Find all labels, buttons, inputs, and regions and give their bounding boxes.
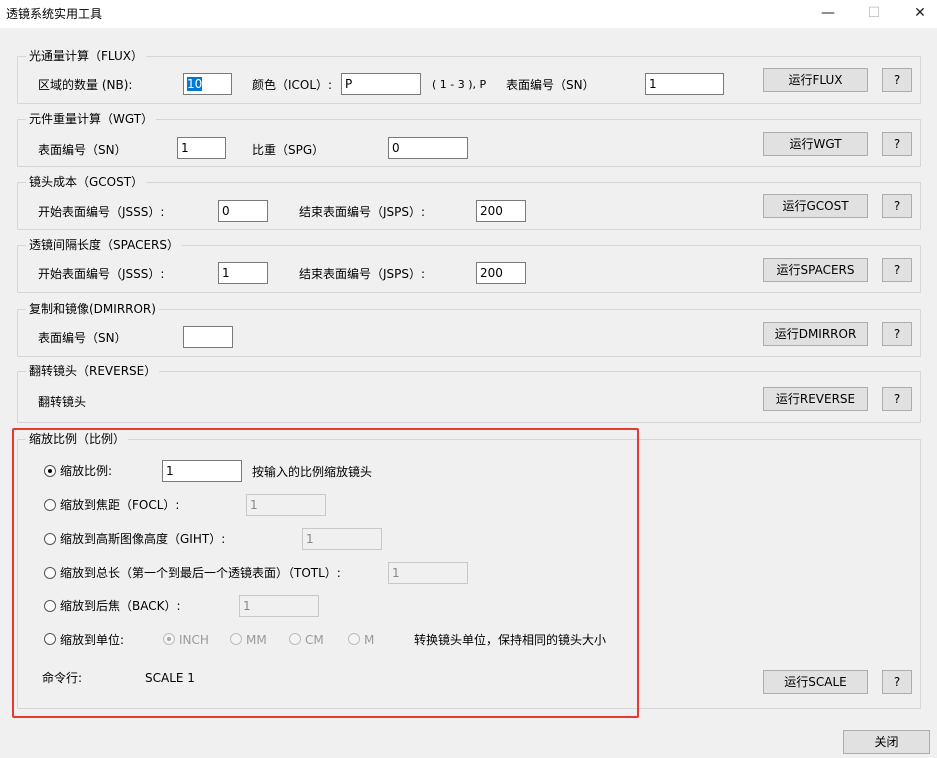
flux-help-button[interactable]: ?: [882, 68, 912, 92]
run-dmirror-button[interactable]: 运行DMIRROR: [763, 322, 868, 346]
wgt-help-button[interactable]: ?: [882, 132, 912, 156]
flux-icol-hint: ( 1 - 3 ), P: [432, 78, 487, 91]
run-wgt-button[interactable]: 运行WGT: [763, 132, 868, 156]
title-bar: 透镜系统实用工具 — ☐ ✕: [0, 0, 937, 28]
spacers-legend: 透镜间隔长度（SPACERS）: [26, 238, 183, 252]
dmirror-sn-label: 表面编号（SN）: [38, 331, 127, 345]
wgt-sn-label: 表面编号（SN）: [38, 143, 127, 157]
flux-nb-label: 区域的数量 (NB):: [38, 78, 133, 92]
run-reverse-button[interactable]: 运行REVERSE: [763, 387, 868, 411]
flux-nb-input[interactable]: 10: [183, 73, 232, 95]
dmirror-help-button[interactable]: ?: [882, 322, 912, 346]
wgt-legend: 元件重量计算（WGT）: [26, 112, 157, 126]
flux-nb-value: 10: [187, 77, 203, 91]
spacers-jsps-label: 结束表面编号（JSPS）:: [299, 267, 426, 281]
wgt-sn-input[interactable]: 1: [177, 137, 226, 159]
run-gcost-button[interactable]: 运行GCOST: [763, 194, 868, 218]
gcost-jsps-input[interactable]: 200: [476, 200, 526, 222]
reverse-legend: 翻转镜头（REVERSE）: [26, 364, 160, 378]
gcost-help-button[interactable]: ?: [882, 194, 912, 218]
scale-help-button[interactable]: ?: [882, 670, 912, 694]
highlight-box: [12, 428, 639, 718]
gcost-jsss-input[interactable]: 0: [218, 200, 268, 222]
reverse-help-button[interactable]: ?: [882, 387, 912, 411]
flux-sn-label: 表面编号（SN）: [506, 78, 595, 92]
window-title: 透镜系统实用工具: [6, 7, 103, 21]
flux-icol-label: 颜色（ICOL）:: [252, 78, 333, 92]
spacers-jsps-input[interactable]: 200: [476, 262, 526, 284]
run-flux-button[interactable]: 运行FLUX: [763, 68, 868, 92]
close-button[interactable]: 关闭: [843, 730, 930, 754]
wgt-spg-input[interactable]: 0: [388, 137, 468, 159]
flux-legend: 光通量计算（FLUX）: [26, 49, 146, 63]
close-window-icon[interactable]: ✕: [897, 0, 937, 28]
spacers-jsss-label: 开始表面编号（JSSS）:: [38, 267, 165, 281]
gcost-legend: 镜头成本（GCOST）: [26, 175, 147, 189]
gcost-jsss-label: 开始表面编号（JSSS）:: [38, 205, 165, 219]
run-scale-button[interactable]: 运行SCALE: [763, 670, 868, 694]
gcost-jsps-label: 结束表面编号（JSPS）:: [299, 205, 426, 219]
maximize-icon[interactable]: ☐: [851, 0, 897, 28]
wgt-spg-label: 比重（SPG）: [252, 143, 325, 157]
run-spacers-button[interactable]: 运行SPACERS: [763, 258, 868, 282]
dmirror-legend: 复制和镜像(DMIRROR): [26, 302, 159, 316]
dmirror-sn-input[interactable]: [183, 326, 233, 348]
spacers-jsss-input[interactable]: 1: [218, 262, 268, 284]
flux-sn-input[interactable]: 1: [645, 73, 724, 95]
minimize-icon[interactable]: —: [805, 0, 851, 28]
spacers-help-button[interactable]: ?: [882, 258, 912, 282]
flux-icol-input[interactable]: P: [341, 73, 421, 95]
reverse-text: 翻转镜头: [38, 395, 87, 409]
